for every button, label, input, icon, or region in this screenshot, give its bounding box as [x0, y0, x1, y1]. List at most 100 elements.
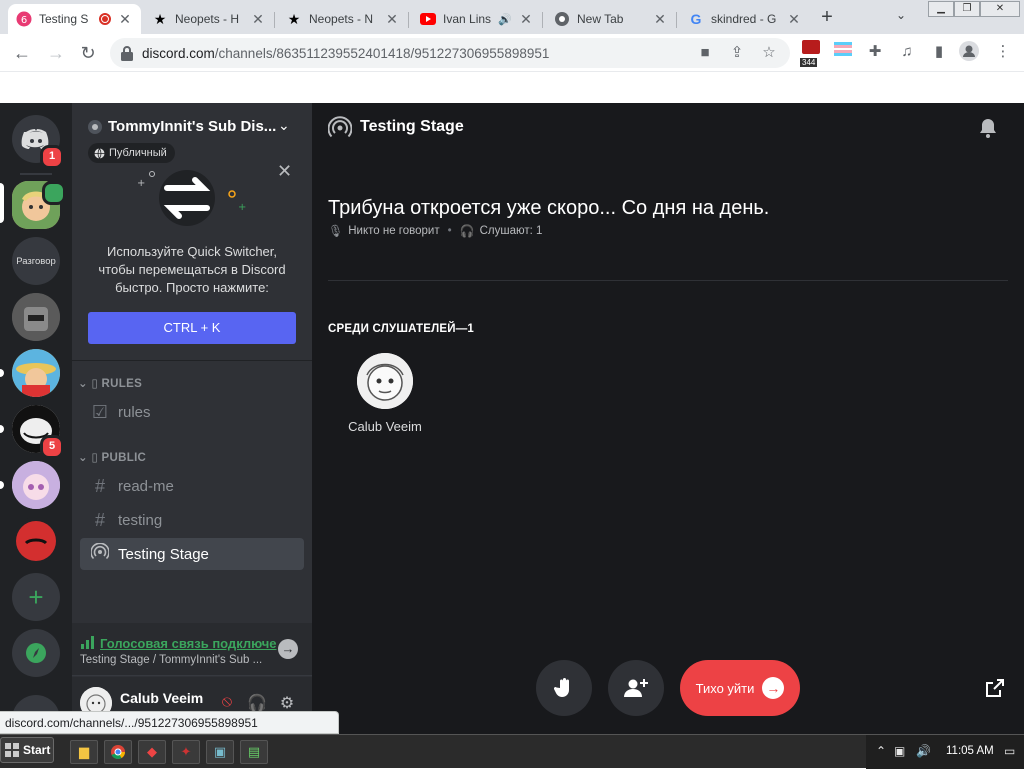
discord-recording-icon: 6: [16, 11, 32, 27]
channel-read-me[interactable]: # read-me: [80, 470, 304, 502]
puzzle-icon[interactable]: ✚: [864, 41, 886, 63]
channel-testing[interactable]: # testing: [80, 504, 304, 536]
youtube-icon: [420, 11, 436, 27]
close-window-button[interactable]: ✕: [980, 1, 1020, 17]
chrome-icon: [554, 11, 570, 27]
more-menu-icon[interactable]: ⋮: [992, 41, 1014, 63]
tab-search-chevron-icon[interactable]: ⌄: [896, 8, 906, 22]
bell-icon[interactable]: [976, 116, 1000, 140]
quick-switcher-button[interactable]: CTRL + K: [88, 312, 296, 344]
new-tab-button[interactable]: +: [816, 6, 838, 28]
reload-button[interactable]: ↻: [76, 41, 100, 65]
svg-text:+: +: [238, 202, 246, 213]
sidebar-divider: [72, 360, 312, 361]
start-button[interactable]: Start: [0, 737, 54, 763]
invite-to-stage-button[interactable]: [608, 660, 664, 716]
unread-pill: [0, 425, 4, 433]
neopets-star-icon: ★: [287, 10, 301, 27]
url-path: /channels/863511239552401418/95122730695…: [214, 46, 550, 61]
close-quick-switcher-icon[interactable]: ✕: [277, 161, 292, 182]
tab-new-tab[interactable]: New Tab ✕: [546, 4, 677, 34]
svg-text:6: 6: [21, 15, 27, 26]
pride-flag-extension-icon[interactable]: [832, 41, 854, 63]
server-name: TommyInnit's Sub Dis...: [108, 118, 277, 135]
google-icon: G: [690, 11, 702, 27]
close-tab-icon[interactable]: ✕: [250, 11, 266, 28]
restore-button[interactable]: ❐: [954, 1, 980, 17]
signal-bars-icon: [81, 636, 94, 649]
listener-avatar[interactable]: [357, 353, 413, 409]
chevron-down-icon: ⌄: [78, 452, 92, 464]
compass-icon: [26, 643, 46, 663]
discord-app: 1 Разговор 5 + TommyInnit's Sub Dis... ⌄…: [0, 103, 1024, 734]
forward-button[interactable]: →: [44, 41, 68, 65]
server-robot[interactable]: [12, 293, 60, 341]
camera-icon[interactable]: ■: [696, 44, 714, 62]
leave-quietly-button[interactable]: Тихо уйти →: [680, 660, 800, 716]
browser-tab-strip: 6 Testing S ✕ ★ Neopets - H ✕ ★ Neopets …: [0, 0, 1024, 34]
tab-skindred[interactable]: G skindred - G ✕: [680, 4, 810, 34]
side-panel-icon[interactable]: ▮: [928, 41, 950, 63]
browser-toolbar: ← → ↻ discord.com/channels/8635112395524…: [0, 34, 1024, 72]
share-icon[interactable]: ⇪: [728, 44, 746, 62]
stage-icon: [88, 542, 112, 566]
audio-playing-icon[interactable]: 🔊: [498, 13, 512, 26]
voice-status[interactable]: Голосовая связь подключе: [100, 636, 277, 651]
server-pink-anime[interactable]: [12, 461, 60, 509]
close-tab-icon[interactable]: ✕: [652, 11, 668, 28]
volume-icon[interactable]: 🔊: [916, 744, 931, 758]
hash-icon: #: [94, 475, 105, 496]
chrome-icon[interactable]: [104, 740, 132, 764]
close-tab-icon[interactable]: ✕: [786, 11, 802, 28]
arrow-right-icon: →: [762, 677, 785, 699]
channel-rules[interactable]: ☑ rules: [80, 396, 304, 428]
voice-location[interactable]: Testing Stage / TommyInnit's Sub ...: [80, 654, 262, 666]
windows-logo-icon: [5, 743, 19, 757]
server-rail: 1 Разговор 5 +: [0, 103, 72, 734]
popout-icon[interactable]: [984, 677, 1006, 699]
network-icon[interactable]: ▣: [894, 744, 905, 758]
remote-desktop-icon[interactable]: ▣: [206, 740, 234, 764]
close-tab-icon[interactable]: ✕: [117, 11, 133, 28]
media-control-icon[interactable]: ♫: [896, 41, 918, 63]
listener-name[interactable]: Calub Veeim: [332, 419, 438, 434]
game-app-icon[interactable]: ✦: [172, 740, 200, 764]
raise-hand-icon: [553, 678, 569, 697]
add-server-button[interactable]: +: [12, 573, 60, 621]
tray-chevron-icon[interactable]: ⌃: [876, 744, 886, 758]
stage-meta: 🎙 Никто не говорит • 🎧 Слушают: 1: [328, 224, 542, 238]
bookmark-star-icon[interactable]: ☆: [760, 44, 778, 62]
neopets-star-icon: ★: [153, 10, 167, 27]
notifications-icon[interactable]: ▭: [1004, 744, 1015, 758]
address-bar[interactable]: discord.com/channels/863511239552401418/…: [110, 38, 790, 68]
tab-title: skindred - G: [711, 12, 777, 26]
tab-neopets-2[interactable]: ★ Neopets - N ✕: [278, 4, 409, 34]
voice-connection-panel: Голосовая связь подключе Testing Stage /…: [72, 623, 312, 676]
profile-avatar-icon[interactable]: [958, 41, 980, 63]
robot-avatar-icon: [12, 293, 60, 341]
home-mention-badge: 1: [40, 145, 64, 169]
tab-neopets-1[interactable]: ★ Neopets - H ✕: [144, 4, 275, 34]
close-tab-icon[interactable]: ✕: [384, 11, 400, 28]
category-public[interactable]: ⌄ ▯ PUBLIC: [78, 450, 146, 464]
category-rules[interactable]: ⌄ ▯ RULES: [78, 376, 142, 390]
terminal-app-icon[interactable]: ▤: [240, 740, 268, 764]
server-red-badge[interactable]: [12, 517, 60, 565]
back-button[interactable]: ←: [10, 41, 34, 65]
clock[interactable]: 11:05 AM: [946, 745, 994, 757]
file-explorer-icon[interactable]: ▆: [70, 740, 98, 764]
server-anime[interactable]: [12, 349, 60, 397]
explore-servers-button[interactable]: [12, 629, 60, 677]
disconnect-arrow-icon[interactable]: →: [278, 639, 298, 659]
tab-testing-stage[interactable]: 6 Testing S ✕: [8, 4, 141, 34]
channel-testing-stage[interactable]: Testing Stage: [80, 538, 304, 570]
close-tab-icon[interactable]: ✕: [518, 11, 534, 28]
status-bar-url: discord.com/channels/.../951227306955898…: [0, 711, 339, 734]
rail-separator: [20, 173, 52, 175]
raise-hand-button[interactable]: [536, 660, 592, 716]
server-talk[interactable]: Разговор: [12, 237, 60, 285]
media-player-icon[interactable]: ◆: [138, 740, 166, 764]
lock-icon[interactable]: [120, 45, 134, 61]
tab-ivan-lins[interactable]: Ivan Lins 🔊 ✕: [412, 4, 543, 34]
minimize-button[interactable]: ▁: [928, 1, 954, 17]
